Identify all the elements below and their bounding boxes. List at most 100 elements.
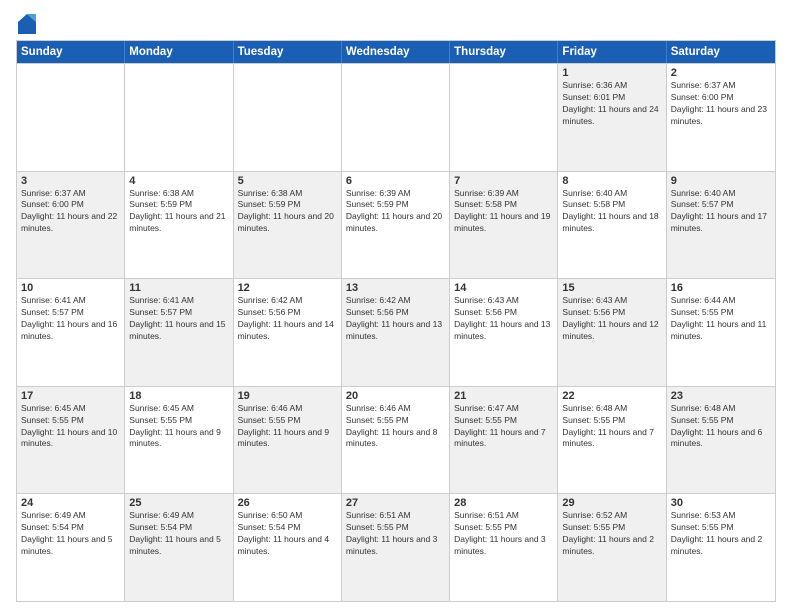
day-info: Sunrise: 6:46 AM Sunset: 5:55 PM Dayligh… (238, 403, 337, 451)
logo (16, 16, 36, 34)
day-number: 5 (238, 175, 337, 187)
day-info: Sunrise: 6:49 AM Sunset: 5:54 PM Dayligh… (21, 510, 120, 558)
cal-cell-4: 4Sunrise: 6:38 AM Sunset: 5:59 PM Daylig… (125, 172, 233, 279)
day-number: 3 (21, 175, 120, 187)
cal-cell-9: 9Sunrise: 6:40 AM Sunset: 5:57 PM Daylig… (667, 172, 775, 279)
day-number: 22 (562, 390, 661, 402)
day-number: 7 (454, 175, 553, 187)
day-info: Sunrise: 6:50 AM Sunset: 5:54 PM Dayligh… (238, 510, 337, 558)
cal-cell-6: 6Sunrise: 6:39 AM Sunset: 5:59 PM Daylig… (342, 172, 450, 279)
cal-cell-empty-0-4 (450, 64, 558, 171)
day-info: Sunrise: 6:41 AM Sunset: 5:57 PM Dayligh… (129, 295, 228, 343)
day-number: 4 (129, 175, 228, 187)
day-info: Sunrise: 6:45 AM Sunset: 5:55 PM Dayligh… (129, 403, 228, 451)
day-number: 17 (21, 390, 120, 402)
cal-cell-2: 2Sunrise: 6:37 AM Sunset: 6:00 PM Daylig… (667, 64, 775, 171)
calendar-header-row: SundayMondayTuesdayWednesdayThursdayFrid… (17, 41, 775, 63)
day-number: 16 (671, 282, 771, 294)
day-info: Sunrise: 6:43 AM Sunset: 5:56 PM Dayligh… (454, 295, 553, 343)
day-info: Sunrise: 6:51 AM Sunset: 5:55 PM Dayligh… (454, 510, 553, 558)
day-number: 11 (129, 282, 228, 294)
cal-cell-15: 15Sunrise: 6:43 AM Sunset: 5:56 PM Dayli… (558, 279, 666, 386)
day-number: 29 (562, 497, 661, 509)
day-number: 12 (238, 282, 337, 294)
cal-cell-23: 23Sunrise: 6:48 AM Sunset: 5:55 PM Dayli… (667, 387, 775, 494)
day-info: Sunrise: 6:48 AM Sunset: 5:55 PM Dayligh… (671, 403, 771, 451)
day-info: Sunrise: 6:37 AM Sunset: 6:00 PM Dayligh… (671, 80, 771, 128)
cal-cell-8: 8Sunrise: 6:40 AM Sunset: 5:58 PM Daylig… (558, 172, 666, 279)
day-number: 9 (671, 175, 771, 187)
day-info: Sunrise: 6:42 AM Sunset: 5:56 PM Dayligh… (238, 295, 337, 343)
cal-cell-25: 25Sunrise: 6:49 AM Sunset: 5:54 PM Dayli… (125, 494, 233, 601)
cal-header-thursday: Thursday (450, 41, 558, 63)
cal-cell-19: 19Sunrise: 6:46 AM Sunset: 5:55 PM Dayli… (234, 387, 342, 494)
day-number: 2 (671, 67, 771, 79)
cal-header-saturday: Saturday (667, 41, 775, 63)
cal-cell-empty-0-1 (125, 64, 233, 171)
cal-cell-14: 14Sunrise: 6:43 AM Sunset: 5:56 PM Dayli… (450, 279, 558, 386)
cal-cell-1: 1Sunrise: 6:36 AM Sunset: 6:01 PM Daylig… (558, 64, 666, 171)
day-number: 13 (346, 282, 445, 294)
cal-cell-30: 30Sunrise: 6:53 AM Sunset: 5:55 PM Dayli… (667, 494, 775, 601)
cal-cell-28: 28Sunrise: 6:51 AM Sunset: 5:55 PM Dayli… (450, 494, 558, 601)
day-number: 20 (346, 390, 445, 402)
cal-cell-11: 11Sunrise: 6:41 AM Sunset: 5:57 PM Dayli… (125, 279, 233, 386)
cal-cell-10: 10Sunrise: 6:41 AM Sunset: 5:57 PM Dayli… (17, 279, 125, 386)
cal-cell-26: 26Sunrise: 6:50 AM Sunset: 5:54 PM Dayli… (234, 494, 342, 601)
page: SundayMondayTuesdayWednesdayThursdayFrid… (0, 0, 792, 612)
cal-week-2: 3Sunrise: 6:37 AM Sunset: 6:00 PM Daylig… (17, 171, 775, 279)
cal-cell-17: 17Sunrise: 6:45 AM Sunset: 5:55 PM Dayli… (17, 387, 125, 494)
day-number: 25 (129, 497, 228, 509)
cal-cell-empty-0-3 (342, 64, 450, 171)
day-info: Sunrise: 6:40 AM Sunset: 5:58 PM Dayligh… (562, 188, 661, 236)
cal-cell-18: 18Sunrise: 6:45 AM Sunset: 5:55 PM Dayli… (125, 387, 233, 494)
cal-cell-20: 20Sunrise: 6:46 AM Sunset: 5:55 PM Dayli… (342, 387, 450, 494)
cal-cell-7: 7Sunrise: 6:39 AM Sunset: 5:58 PM Daylig… (450, 172, 558, 279)
day-info: Sunrise: 6:52 AM Sunset: 5:55 PM Dayligh… (562, 510, 661, 558)
day-number: 18 (129, 390, 228, 402)
day-info: Sunrise: 6:47 AM Sunset: 5:55 PM Dayligh… (454, 403, 553, 451)
day-number: 28 (454, 497, 553, 509)
cal-cell-24: 24Sunrise: 6:49 AM Sunset: 5:54 PM Dayli… (17, 494, 125, 601)
day-info: Sunrise: 6:49 AM Sunset: 5:54 PM Dayligh… (129, 510, 228, 558)
cal-week-3: 10 Sunrise: 6:41 AM Sunset: 5:57 PM Dayli… (17, 278, 775, 386)
day-info: Sunrise: 6:48 AM Sunset: 5:55 PM Dayligh… (562, 403, 661, 451)
cal-cell-5: 5Sunrise: 6:38 AM Sunset: 5:59 PM Daylig… (234, 172, 342, 279)
logo-icon (18, 14, 36, 34)
cal-cell-22: 22Sunrise: 6:48 AM Sunset: 5:55 PM Dayli… (558, 387, 666, 494)
day-number: 15 (562, 282, 661, 294)
day-number: 14 (454, 282, 553, 294)
day-info: Sunrise: 6:38 AM Sunset: 5:59 PM Dayligh… (238, 188, 337, 236)
cal-cell-16: 16Sunrise: 6:44 AM Sunset: 5:55 PM Dayli… (667, 279, 775, 386)
day-number: 10 (21, 282, 120, 294)
day-info: Sunrise: 6:37 AM Sunset: 6:00 PM Dayligh… (21, 188, 120, 236)
day-number: 27 (346, 497, 445, 509)
cal-week-5: 24Sunrise: 6:49 AM Sunset: 5:54 PM Dayli… (17, 493, 775, 601)
calendar: SundayMondayTuesdayWednesdayThursdayFrid… (16, 40, 776, 602)
day-info: Sunrise: 6:39 AM Sunset: 5:59 PM Dayligh… (346, 188, 445, 236)
cal-cell-13: 13Sunrise: 6:42 AM Sunset: 5:56 PM Dayli… (342, 279, 450, 386)
day-number: 8 (562, 175, 661, 187)
day-number: 30 (671, 497, 771, 509)
cal-cell-27: 27Sunrise: 6:51 AM Sunset: 5:55 PM Dayli… (342, 494, 450, 601)
day-info: Sunrise: 6:46 AM Sunset: 5:55 PM Dayligh… (346, 403, 445, 451)
day-number: 19 (238, 390, 337, 402)
day-info: Sunrise: 6:53 AM Sunset: 5:55 PM Dayligh… (671, 510, 771, 558)
cal-cell-29: 29Sunrise: 6:52 AM Sunset: 5:55 PM Dayli… (558, 494, 666, 601)
day-info: Sunrise: 6:38 AM Sunset: 5:59 PM Dayligh… (129, 188, 228, 236)
day-info: Sunrise: 6:51 AM Sunset: 5:55 PM Dayligh… (346, 510, 445, 558)
day-info: Sunrise: 6:45 AM Sunset: 5:55 PM Dayligh… (21, 403, 120, 451)
cal-cell-empty-0-0 (17, 64, 125, 171)
day-number: 21 (454, 390, 553, 402)
day-number: 1 (562, 67, 661, 79)
header (16, 12, 776, 34)
cal-header-tuesday: Tuesday (234, 41, 342, 63)
day-info: Sunrise: 6:40 AM Sunset: 5:57 PM Dayligh… (671, 188, 771, 236)
cal-cell-21: 21Sunrise: 6:47 AM Sunset: 5:55 PM Dayli… (450, 387, 558, 494)
day-info: Sunrise: 6:43 AM Sunset: 5:56 PM Dayligh… (562, 295, 661, 343)
cal-header-sunday: Sunday (17, 41, 125, 63)
cal-header-wednesday: Wednesday (342, 41, 450, 63)
day-number: 26 (238, 497, 337, 509)
cal-cell-3: 3Sunrise: 6:37 AM Sunset: 6:00 PM Daylig… (17, 172, 125, 279)
day-number: 23 (671, 390, 771, 402)
